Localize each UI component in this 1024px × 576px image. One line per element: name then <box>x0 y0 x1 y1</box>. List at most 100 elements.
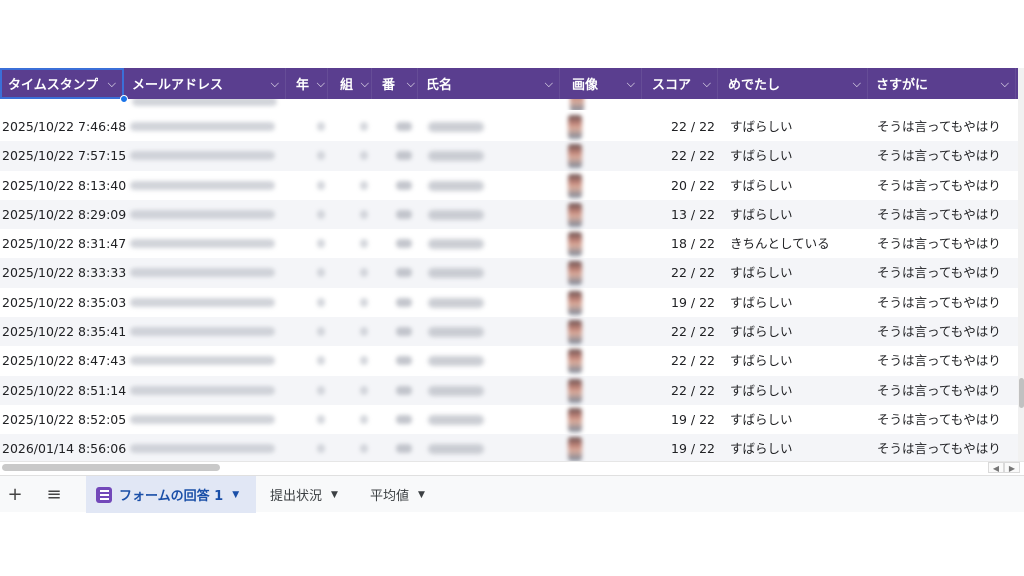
email-cell[interactable] <box>130 200 280 229</box>
email-cell[interactable] <box>130 258 280 287</box>
horizontal-scrollbar-thumb[interactable] <box>2 464 220 471</box>
g1-cell[interactable] <box>314 376 328 405</box>
name-cell[interactable] <box>428 346 488 375</box>
g2-cell[interactable] <box>357 200 371 229</box>
g3-cell[interactable] <box>394 346 414 375</box>
name-cell[interactable] <box>428 229 488 258</box>
sasugani-cell[interactable]: そうは言ってもやはり <box>877 376 1017 405</box>
medetashi-cell[interactable]: すばらしい <box>730 112 870 141</box>
timestamp-cell[interactable]: 2025/10/22 8:47:43 <box>2 346 126 375</box>
g3-cell[interactable] <box>394 288 414 317</box>
g2-cell[interactable] <box>357 288 371 317</box>
column-header-medetashi[interactable]: めでたし ⌵ <box>722 68 868 99</box>
medetashi-cell[interactable]: すばらしい <box>730 346 870 375</box>
name-cell[interactable] <box>428 171 488 200</box>
tab-submission-status[interactable]: 提出状況 ▼ <box>260 476 356 513</box>
column-header-name[interactable]: 氏名 ⌵ <box>420 68 560 99</box>
image-cell[interactable] <box>568 200 588 229</box>
chevron-down-icon[interactable]: ⌵ <box>361 77 369 91</box>
chevron-down-icon[interactable]: ⌵ <box>407 77 415 91</box>
g3-cell[interactable] <box>394 229 414 258</box>
timestamp-cell[interactable]: 2025/10/22 8:29:09 <box>2 200 126 229</box>
timestamp-cell[interactable]: 2025/10/22 8:13:40 <box>2 171 126 200</box>
g1-cell[interactable] <box>314 258 328 287</box>
column-header-score[interactable]: スコア ⌵ <box>646 68 718 99</box>
medetashi-cell[interactable]: すばらしい <box>730 258 870 287</box>
g2-cell[interactable] <box>357 434 371 463</box>
g2-cell[interactable] <box>357 141 371 170</box>
sasugani-cell[interactable]: そうは言ってもやはり <box>877 141 1017 170</box>
chevron-down-icon[interactable]: ⌵ <box>108 77 116 91</box>
sasugani-cell[interactable]: そうは言ってもやはり <box>877 229 1017 258</box>
g2-cell[interactable] <box>357 229 371 258</box>
g3-cell[interactable] <box>394 112 414 141</box>
column-header-g2[interactable]: 組 ⌵ <box>336 68 372 99</box>
medetashi-cell[interactable]: すばらしい <box>730 434 870 463</box>
g2-cell[interactable] <box>357 317 371 346</box>
sasugani-cell[interactable]: そうは言ってもやはり <box>877 434 1017 463</box>
timestamp-cell[interactable]: 2025/10/22 8:51:14 <box>2 376 126 405</box>
column-header-g1[interactable]: 年 ⌵ <box>292 68 328 99</box>
image-cell[interactable] <box>568 112 588 141</box>
medetashi-cell[interactable]: すばらしい <box>730 288 870 317</box>
table-row[interactable]: 2025/10/22 8:51:14 22 / 22 すばらしい そうは言ってもやはり <box>0 375 1018 405</box>
email-cell[interactable] <box>130 171 280 200</box>
table-row[interactable]: 2025/10/22 8:35:03 19 / 22 すばらしい そうは言ってもやはり <box>0 288 1018 317</box>
sasugani-cell[interactable]: そうは言ってもやはり <box>877 405 1017 434</box>
add-sheet-icon[interactable]: + <box>3 476 27 513</box>
image-cell[interactable] <box>568 434 588 463</box>
chevron-down-icon[interactable]: ⌵ <box>703 77 711 91</box>
g3-cell[interactable] <box>394 200 414 229</box>
g1-cell[interactable] <box>314 288 328 317</box>
score-cell[interactable]: 22 / 22 <box>655 317 715 346</box>
g3-cell[interactable] <box>394 317 414 346</box>
medetashi-cell[interactable]: すばらしい <box>730 141 870 170</box>
sasugani-cell[interactable]: そうは言ってもやはり <box>877 288 1017 317</box>
score-cell[interactable]: 20 / 22 <box>655 171 715 200</box>
timestamp-cell[interactable]: 2026/01/14 8:56:06 <box>2 434 126 463</box>
vertical-scrollbar-thumb[interactable] <box>1019 378 1024 408</box>
table-row[interactable]: 2025/10/22 8:13:40 20 / 22 すばらしい そうは言ってもやはり <box>0 171 1018 200</box>
sasugani-cell[interactable]: そうは言ってもやはり <box>877 171 1017 200</box>
column-header-g3[interactable]: 番 ⌵ <box>378 68 418 99</box>
image-cell[interactable] <box>568 171 588 200</box>
timestamp-cell[interactable]: 2025/10/22 7:57:15 <box>2 141 126 170</box>
image-cell[interactable] <box>568 229 588 258</box>
email-cell[interactable] <box>130 405 280 434</box>
email-cell[interactable] <box>130 317 280 346</box>
name-cell[interactable] <box>428 200 488 229</box>
table-row[interactable]: 2025/10/22 8:31:47 18 / 22 きちんとしている そうは言っても… <box>0 229 1018 258</box>
g2-cell[interactable] <box>357 258 371 287</box>
chevron-down-icon[interactable]: ⌵ <box>1001 77 1009 91</box>
chevron-down-icon[interactable]: ▼ <box>418 490 425 500</box>
score-cell[interactable]: 19 / 22 <box>655 434 715 463</box>
score-cell[interactable]: 22 / 22 <box>655 112 715 141</box>
table-row[interactable]: 2025/10/22 8:29:09 13 / 22 すばらしい そうは言ってもやはり <box>0 199 1018 230</box>
g1-cell[interactable] <box>314 346 328 375</box>
sasugani-cell[interactable]: そうは言ってもやはり <box>877 346 1017 375</box>
image-cell[interactable] <box>568 141 588 170</box>
g1-cell[interactable] <box>314 317 328 346</box>
image-cell[interactable] <box>568 405 588 434</box>
g3-cell[interactable] <box>394 141 414 170</box>
email-cell[interactable] <box>130 376 280 405</box>
scroll-right-icon[interactable]: ▶ <box>1004 462 1020 473</box>
email-cell[interactable] <box>130 288 280 317</box>
table-row[interactable]: 2025/10/22 8:52:05 19 / 22 すばらしい そうは言ってもやはり <box>0 405 1018 434</box>
chevron-down-icon[interactable]: ⌵ <box>317 77 325 91</box>
g2-cell[interactable] <box>357 346 371 375</box>
g1-cell[interactable] <box>314 200 328 229</box>
medetashi-cell[interactable]: すばらしい <box>730 200 870 229</box>
name-cell[interactable] <box>428 288 488 317</box>
g1-cell[interactable] <box>314 405 328 434</box>
image-cell[interactable] <box>568 258 588 287</box>
tab-form-responses[interactable]: フォームの回答 1 ▼ <box>86 476 256 513</box>
column-header-email[interactable]: メールアドレス ⌵ <box>126 68 286 99</box>
medetashi-cell[interactable]: すばらしい <box>730 171 870 200</box>
name-cell[interactable] <box>428 141 488 170</box>
g3-cell[interactable] <box>394 405 414 434</box>
g1-cell[interactable] <box>314 171 328 200</box>
chevron-down-icon[interactable]: ▼ <box>331 490 338 500</box>
email-cell[interactable] <box>130 434 280 463</box>
chevron-down-icon[interactable]: ⌵ <box>853 77 861 91</box>
